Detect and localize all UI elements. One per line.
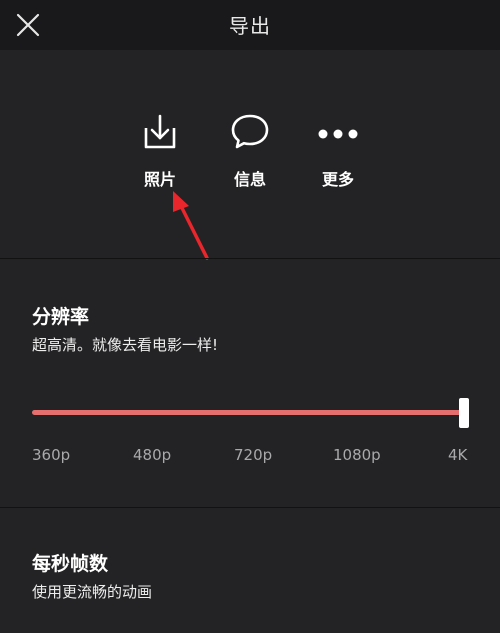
share-messages-button[interactable]: 信息	[212, 110, 288, 190]
share-messages-label: 信息	[233, 170, 266, 189]
divider	[0, 258, 500, 259]
annotation-arrow-icon	[173, 191, 209, 260]
resolution-option-360p[interactable]: 360p	[32, 446, 70, 464]
resolution-subtitle: 超高清。就像去看电影一样!	[32, 336, 219, 354]
page-title: 导出	[229, 14, 271, 38]
share-photos-button[interactable]: 照片	[122, 110, 198, 190]
share-options: 照片 信息 更多	[0, 110, 500, 200]
resolution-option-4k[interactable]: 4K	[448, 446, 467, 464]
share-more-button[interactable]: 更多	[300, 110, 376, 190]
resolution-option-720p[interactable]: 720p	[234, 446, 272, 464]
download-icon	[144, 114, 176, 149]
resolution-title: 分辨率	[32, 306, 90, 328]
resolution-slider-thumb[interactable]	[459, 398, 469, 428]
divider	[0, 507, 500, 508]
more-dots-icon	[318, 129, 358, 139]
frame-rate-subtitle: 使用更流畅的动画	[32, 583, 153, 601]
resolution-option-1080p[interactable]: 1080p	[333, 446, 381, 464]
resolution-option-480p[interactable]: 480p	[133, 446, 171, 464]
share-photos-label: 照片	[143, 170, 176, 189]
resolution-slider-track[interactable]	[32, 410, 465, 415]
chat-bubble-icon	[231, 114, 269, 149]
top-bar: 导出	[0, 0, 500, 50]
share-more-label: 更多	[321, 170, 354, 189]
frame-rate-title: 每秒帧数	[32, 553, 109, 575]
